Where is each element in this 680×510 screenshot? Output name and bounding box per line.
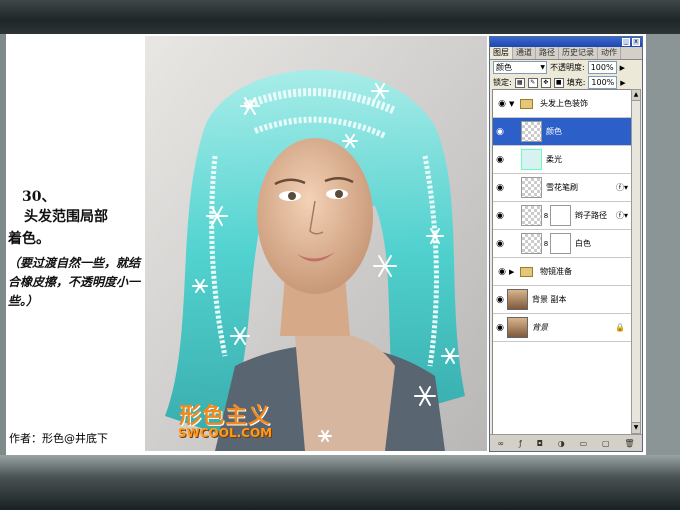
layer-name: 头发上色装饰	[540, 99, 588, 108]
layer-thumbnail	[521, 233, 542, 254]
opacity-label: 不透明度:	[550, 63, 585, 72]
layer-background-copy[interactable]: ◉ 背景 副本	[493, 286, 631, 314]
step-note: （要过渡自然一些，就结合橡皮擦，不透明度小一些。）	[8, 256, 141, 308]
trash-icon[interactable]: 🗑	[624, 439, 634, 448]
folder-icon	[520, 266, 533, 277]
lock-pixels-icon[interactable]: ✎	[527, 77, 538, 88]
layers-list: ◉ ▼ 头发上色装饰 ◉ 颜色 ◉ 柔光 ◉ 雪花笔刷 ⓕ▾ ◉ 8 辫子路径 …	[492, 89, 632, 436]
lock-icon: 🔒	[615, 323, 625, 332]
step-title: 头发范围局部 着色。	[8, 206, 148, 250]
eye-icon[interactable]: ◉	[495, 267, 509, 277]
tab-history[interactable]: 历史记录	[559, 47, 598, 59]
layer-name: 柔光	[546, 155, 562, 164]
add-mask-icon[interactable]: ◘	[537, 439, 543, 448]
lock-transparency-icon[interactable]: ▦	[514, 77, 525, 88]
close-icon[interactable]: x	[632, 38, 640, 46]
tutorial-caption: 30、 头发范围局部 着色。 （要过渡自然一些，就结合橡皮擦，不透明度小一些。）	[8, 186, 148, 311]
portrait-photo	[145, 36, 487, 451]
blend-row: 颜色 ▼ 不透明度: 100% ▶	[490, 60, 642, 75]
new-group-icon[interactable]: ▭	[580, 439, 588, 448]
scroll-down-icon[interactable]: ▼	[632, 422, 640, 433]
layers-scrollbar[interactable]: ▲ ▼	[631, 89, 641, 434]
author-credit: 作者：形色@井底下	[9, 432, 108, 445]
tab-layers[interactable]: 图层	[490, 47, 513, 59]
panel-titlebar[interactable]: _ x	[490, 37, 642, 47]
layer-thumbnail	[521, 121, 542, 142]
panel-tabs: 图层 通道 路径 历史记录 动作	[490, 47, 642, 60]
layers-panel: _ x 图层 通道 路径 历史记录 动作 颜色 ▼ 不透明度: 100% ▶ 锁定…	[489, 36, 643, 452]
fill-slider-icon[interactable]: ▶	[620, 79, 625, 87]
link-icon[interactable]: 8	[542, 212, 550, 220]
layer-thumbnail	[521, 177, 542, 198]
eye-icon[interactable]: ◉	[493, 127, 507, 137]
layer-style-icon[interactable]: ⓕ▾	[616, 210, 628, 221]
layer-name: 物镜准备	[540, 267, 572, 276]
step-title-line1: 头发范围局部	[24, 209, 108, 225]
layer-name: 颜色	[546, 127, 562, 136]
eye-icon[interactable]: ◉	[493, 239, 507, 249]
blend-mode-select[interactable]: 颜色 ▼	[493, 61, 547, 74]
layers-toolbar: ∞ ƒ ◘ ◑ ▭ ▢ 🗑	[490, 434, 642, 451]
layer-thumbnail	[521, 205, 542, 226]
chevron-down-icon: ▼	[540, 64, 545, 71]
eye-icon[interactable]: ◉	[493, 323, 507, 333]
right-frame	[646, 34, 680, 455]
tab-paths[interactable]: 路径	[536, 47, 559, 59]
layer-group-hair[interactable]: ◉ ▼ 头发上色装饰	[493, 90, 631, 118]
layer-group-prep[interactable]: ◉ ▶ 物镜准备	[493, 258, 631, 286]
step-title-line2: 着色。	[8, 231, 50, 247]
layer-name: 背景 副本	[532, 295, 567, 304]
layer-thumbnail	[521, 149, 542, 170]
layer-thumbnail	[507, 289, 528, 310]
layer-soft-light[interactable]: ◉ 柔光	[493, 146, 631, 174]
layer-name: 雪花笔刷	[546, 183, 578, 192]
bottom-frame-bar	[0, 455, 680, 510]
eye-icon[interactable]: ◉	[493, 211, 507, 221]
tab-channels[interactable]: 通道	[513, 47, 536, 59]
fill-field[interactable]: 100%	[588, 76, 618, 89]
folder-icon	[520, 98, 533, 109]
eye-icon[interactable]: ◉	[495, 99, 509, 109]
minimize-icon[interactable]: _	[622, 38, 630, 46]
opacity-slider-icon[interactable]: ▶	[620, 64, 625, 72]
expand-icon[interactable]: ▼	[509, 100, 517, 108]
adjustment-layer-icon[interactable]: ◑	[558, 439, 565, 448]
link-icon[interactable]: 8	[542, 240, 550, 248]
collapse-icon[interactable]: ▶	[509, 268, 517, 276]
layer-mask-thumbnail[interactable]	[550, 205, 571, 226]
add-style-icon[interactable]: ƒ	[519, 439, 522, 448]
link-layers-icon[interactable]: ∞	[497, 439, 504, 448]
lock-label: 锁定:	[493, 78, 512, 87]
layer-name: 白色	[575, 239, 591, 248]
layer-braid-path[interactable]: ◉ 8 辫子路径 ⓕ▾	[493, 202, 631, 230]
top-frame-bar	[0, 0, 680, 34]
scroll-up-icon[interactable]: ▲	[632, 90, 640, 101]
step-number: 30、	[22, 189, 56, 205]
layer-thumbnail	[507, 317, 528, 338]
layer-snowflake-brush[interactable]: ◉ 雪花笔刷 ⓕ▾	[493, 174, 631, 202]
fill-label: 填充:	[566, 78, 586, 87]
new-layer-icon[interactable]: ▢	[602, 439, 610, 448]
eye-icon[interactable]: ◉	[493, 183, 507, 193]
layer-name: 辫子路径	[575, 211, 607, 220]
layer-white[interactable]: ◉ 8 白色	[493, 230, 631, 258]
layer-background[interactable]: ◉ 背景 🔒	[493, 314, 631, 342]
tab-actions[interactable]: 动作	[598, 47, 621, 59]
layer-mask-thumbnail[interactable]	[550, 233, 571, 254]
lock-position-icon[interactable]: ✥	[540, 77, 551, 88]
layer-color[interactable]: ◉ 颜色	[493, 118, 631, 146]
blend-mode-value: 颜色	[496, 63, 512, 72]
lock-all-icon[interactable]: ■	[553, 77, 564, 88]
opacity-field[interactable]: 100%	[587, 61, 617, 74]
lock-row: 锁定: ▦ ✎ ✥ ■ 填充: 100% ▶	[490, 75, 642, 90]
layer-name: 背景	[532, 323, 548, 332]
eye-icon[interactable]: ◉	[493, 155, 507, 165]
eye-icon[interactable]: ◉	[493, 295, 507, 305]
layer-style-icon[interactable]: ⓕ▾	[616, 182, 628, 193]
